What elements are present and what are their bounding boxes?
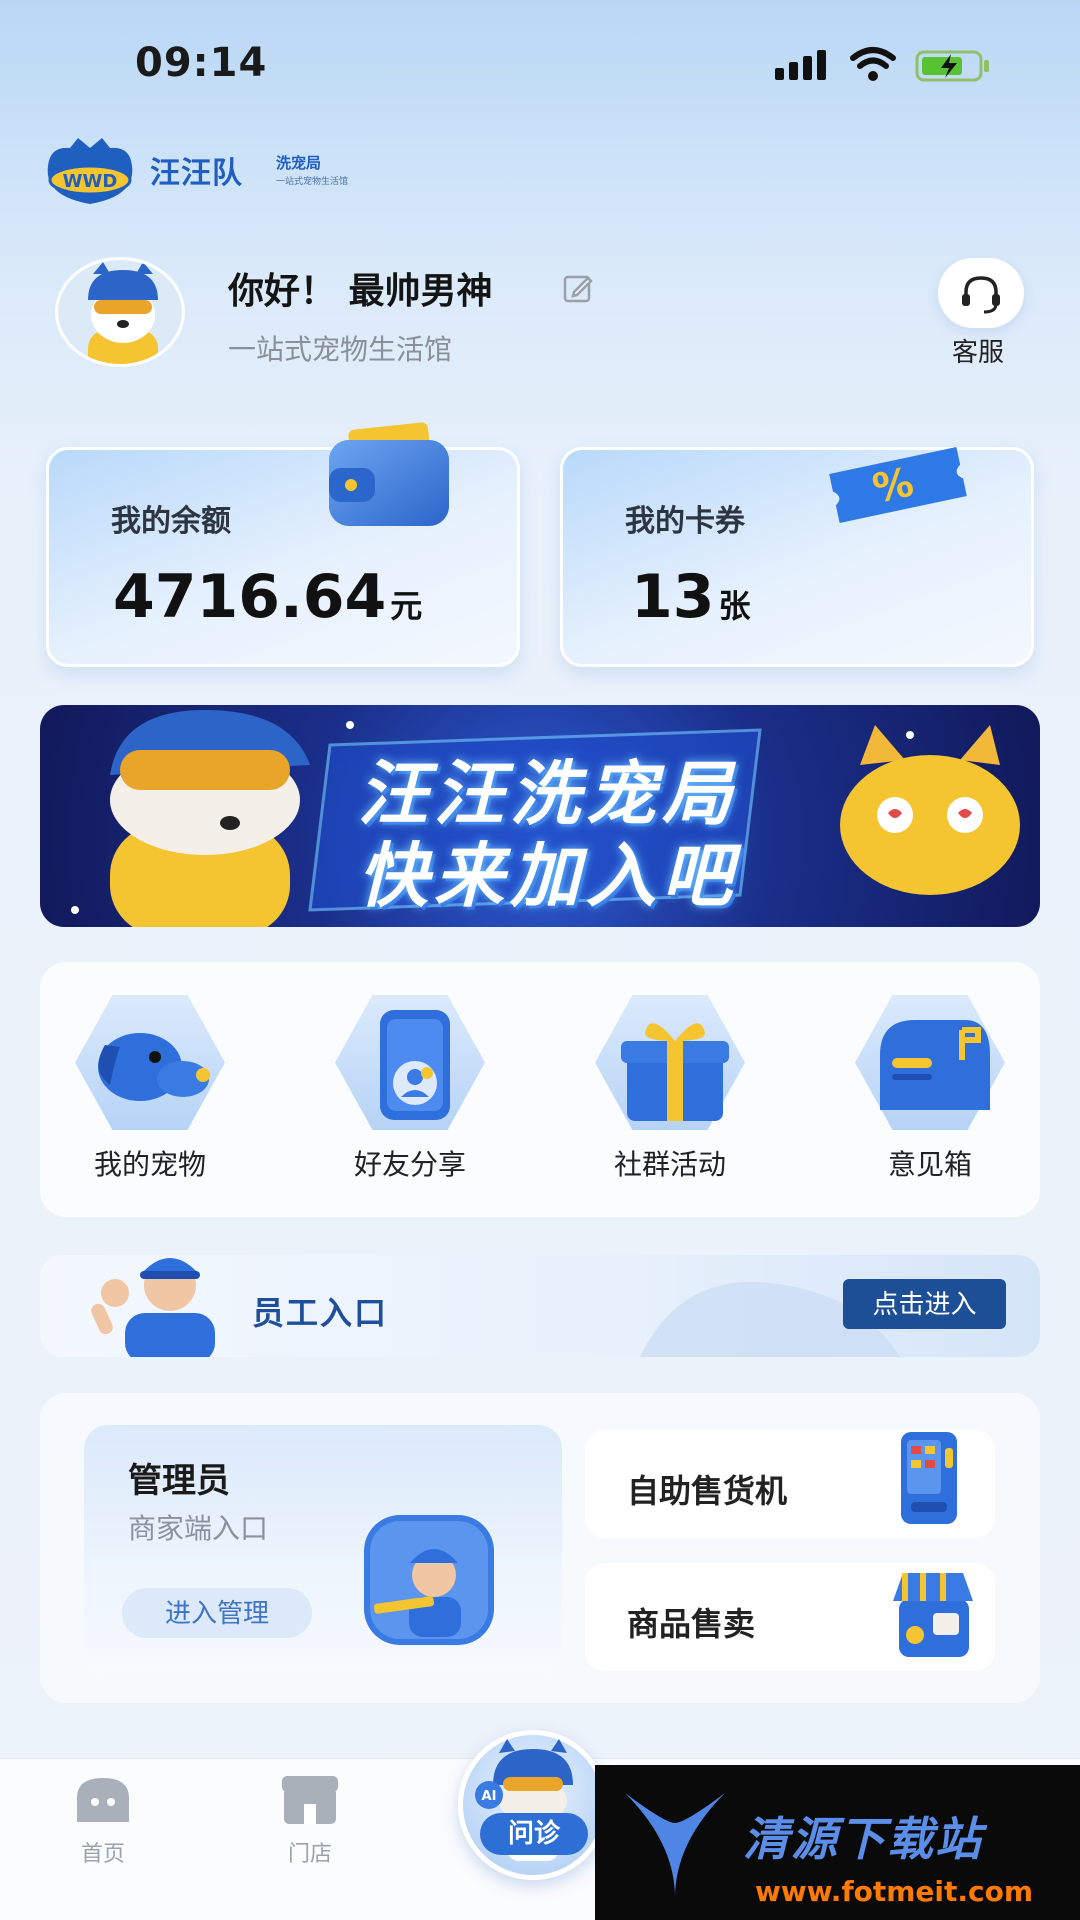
vending-machine-card[interactable]: 自助售货机 <box>585 1430 995 1538</box>
admin-subtitle: 商家端入口 <box>128 1512 269 1545</box>
goods-sales-card[interactable]: 商品售卖 <box>585 1563 995 1671</box>
svg-text:WWD: WWD <box>63 171 118 192</box>
ai-consult-label[interactable]: 问诊 <box>480 1813 588 1855</box>
vending-machine-icon <box>901 1432 957 1524</box>
balance-amount: 4716.64 元 <box>113 562 422 632</box>
staff-enter-button[interactable]: 点击进入 <box>843 1279 1006 1329</box>
home-icon <box>77 1778 129 1822</box>
headset-icon <box>962 276 1000 314</box>
watermark-logo <box>625 1793 725 1898</box>
admin-merchant-illustration <box>364 1515 494 1645</box>
ai-badge-text: AI <box>482 1789 497 1804</box>
coupon-amount: 13 张 <box>631 562 751 632</box>
edit-icon[interactable] <box>562 272 594 304</box>
menu-community-events[interactable]: 社群活动 <box>555 995 755 1195</box>
menu-label: 我的宠物 <box>93 1148 206 1181</box>
greeting-text: 你好！ 最帅男神 <box>228 271 493 312</box>
battery-charging-icon <box>915 50 989 82</box>
cellular-signal-icon <box>775 50 827 80</box>
coupon-value: 13 <box>631 562 715 632</box>
watermark-overlay: 清源下载站 www.fotmeit.com <box>595 1765 1080 1920</box>
coupon-ticket-icon: % <box>829 447 967 523</box>
status-time: 09:14 <box>135 40 268 86</box>
coupon-unit: 张 <box>718 587 751 625</box>
logo-tagline: 一站式宠物生活馆 <box>276 177 349 187</box>
dog-icon <box>98 1033 210 1101</box>
staff-waving-illustration <box>91 1258 215 1357</box>
balance-card[interactable]: 我的余额 4716.64 元 <box>46 422 520 667</box>
tab-home-label: 首页 <box>80 1842 125 1867</box>
tab-store-label: 门店 <box>287 1842 332 1867</box>
storefront-icon <box>893 1573 973 1657</box>
avatar[interactable] <box>55 257 185 367</box>
menu-my-pets[interactable]: 我的宠物 <box>35 995 235 1195</box>
share-phone-icon <box>380 1010 450 1120</box>
brand-logo: WWD 汪汪队 洗宠局 一站式宠物生活馆 <box>40 130 350 210</box>
goods-sales-label: 商品售卖 <box>627 1605 756 1643</box>
admin-title: 管理员 <box>128 1461 230 1501</box>
staff-entry-title: 员工入口 <box>252 1294 389 1332</box>
customer-service-button[interactable] <box>938 258 1024 328</box>
logo-brand-name: 汪汪队 <box>150 156 243 191</box>
tab-home[interactable]: 首页 <box>43 1772 163 1892</box>
store-icon <box>282 1776 338 1824</box>
coupon-title: 我的卡券 <box>625 504 745 539</box>
enter-admin-button[interactable]: 进入管理 <box>122 1588 312 1638</box>
wallet-icon <box>329 422 449 526</box>
balance-title: 我的余额 <box>111 504 231 539</box>
menu-feedback-box[interactable]: 意见箱 <box>815 995 1015 1195</box>
banner-subtitle: 快来加入吧 <box>358 835 738 917</box>
profile-slogan: 一站式宠物生活馆 <box>228 333 453 366</box>
gift-icon <box>621 1023 729 1121</box>
logo-brand-suffix: 洗宠局 <box>276 154 322 172</box>
mailbox-icon <box>880 1020 990 1110</box>
balance-value: 4716.64 <box>113 562 387 632</box>
customer-service-label[interactable]: 客服 <box>952 332 1004 369</box>
wifi-icon <box>850 47 896 81</box>
menu-label: 好友分享 <box>353 1148 466 1181</box>
watermark-site-name: 清源下载站 <box>743 1812 983 1866</box>
coupon-card[interactable]: % 我的卡券 13 张 <box>560 447 1034 667</box>
balance-unit: 元 <box>390 587 423 625</box>
avatar-dog-illustration <box>88 262 158 364</box>
logo-mark: WWD <box>47 138 133 204</box>
watermark-url: www.fotmeit.com <box>755 1875 1034 1908</box>
tab-store[interactable]: 门店 <box>250 1772 370 1892</box>
vending-machine-label: 自助售货机 <box>627 1472 788 1510</box>
menu-label: 意见箱 <box>887 1148 972 1181</box>
menu-share-friends[interactable]: 好友分享 <box>295 995 495 1195</box>
ai-consult-button[interactable]: AI <box>458 1730 608 1880</box>
status-bar: 09:14 <box>0 0 1080 130</box>
menu-label: 社群活动 <box>613 1148 726 1181</box>
